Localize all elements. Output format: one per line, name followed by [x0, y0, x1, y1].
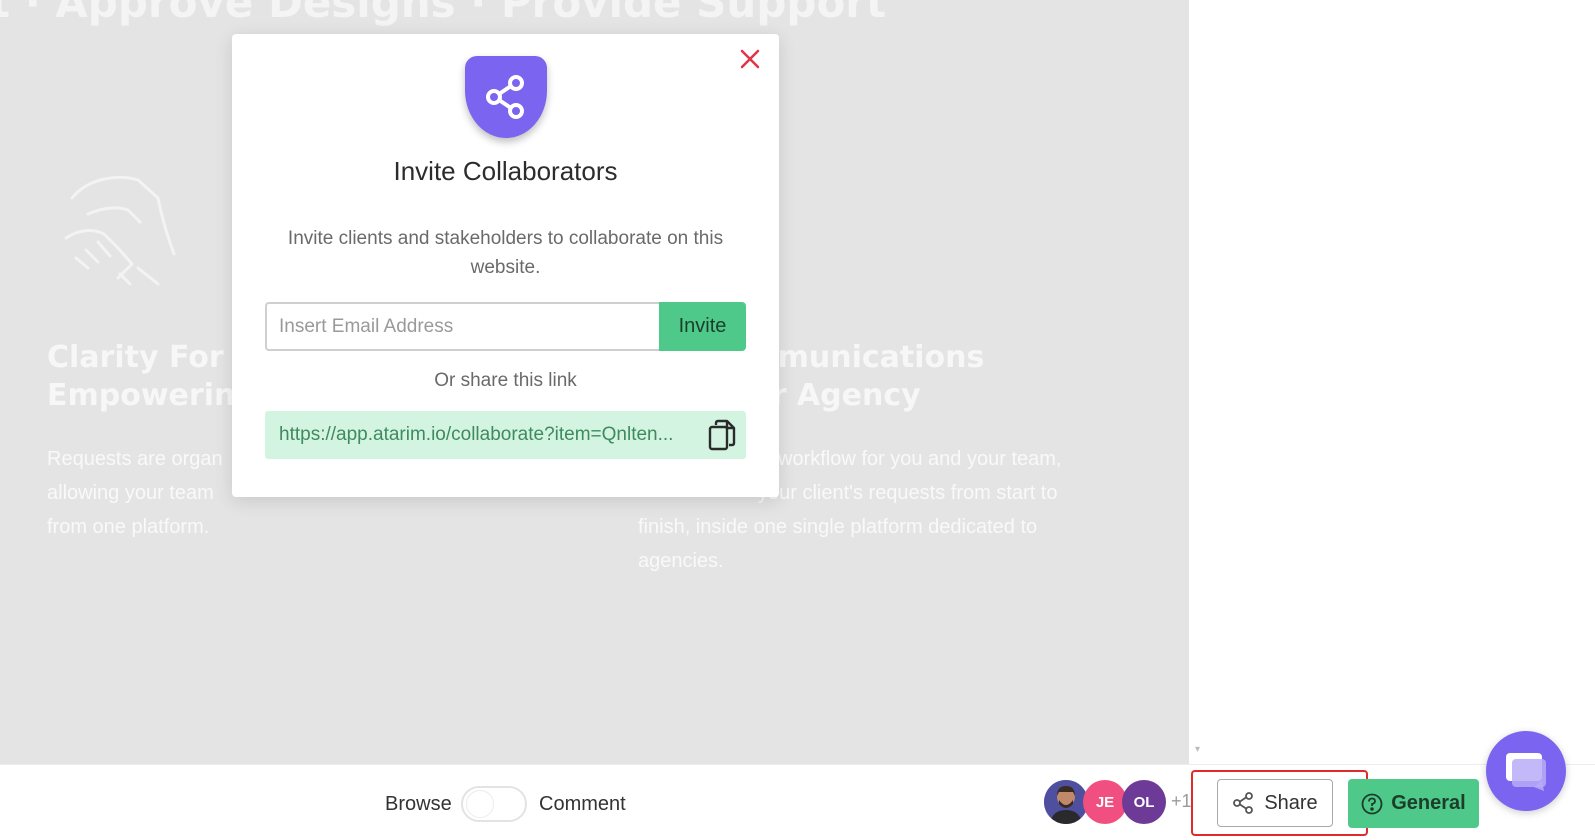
close-button[interactable]	[735, 44, 765, 74]
modal-title: Invite Collaborators	[393, 156, 618, 186]
comment-label: Comment	[539, 793, 626, 815]
general-label: General	[1391, 792, 1466, 814]
more-collaborators-count[interactable]: +1	[1171, 791, 1192, 812]
invite-collaborators-modal: Invite Collaborators Invite clients and …	[232, 34, 779, 497]
chat-button[interactable]	[1486, 731, 1566, 811]
feature-left-text: Requests are organ allowing your team fr…	[47, 448, 223, 538]
avatar-user-photo[interactable]	[1044, 780, 1088, 824]
invite-button[interactable]: Invite	[659, 302, 746, 351]
toggle-knob	[466, 790, 494, 818]
handshake-icon	[64, 176, 176, 286]
bottom-toolbar: Browse Comment JE OL +1 Share General	[0, 764, 1595, 840]
share-button[interactable]: Share	[1217, 779, 1333, 827]
avatar-ol[interactable]: OL	[1122, 780, 1166, 824]
email-input[interactable]	[265, 302, 659, 351]
hero-title: t · Approve Designs · Provide Support	[0, 0, 887, 27]
avatar-je[interactable]: JE	[1083, 780, 1127, 824]
share-link-text[interactable]: https://app.atarim.io/collaborate?item=Q…	[279, 424, 697, 446]
modal-description: Invite clients and stakeholders to colla…	[287, 228, 724, 278]
help-circle-icon	[1361, 793, 1383, 814]
chat-bubble-icon	[1506, 753, 1546, 791]
share-icon	[465, 56, 547, 138]
share-icon	[1233, 792, 1254, 814]
user-photo-icon	[1044, 780, 1088, 824]
browse-label: Browse	[385, 793, 452, 815]
website-preview: t · Approve Designs · Provide Support Cl…	[0, 0, 1189, 764]
browse-comment-toggle[interactable]	[461, 786, 527, 822]
feature-left-title: Clarity For Empowerin	[47, 340, 236, 413]
invite-form: Invite	[265, 302, 746, 351]
or-share-label: Or share this link	[434, 370, 577, 391]
general-button[interactable]: General	[1348, 779, 1479, 828]
share-label: Share	[1264, 791, 1318, 814]
scroll-indicator: ▾	[1195, 744, 1201, 755]
close-icon	[740, 49, 760, 69]
copy-icon[interactable]	[707, 419, 737, 451]
share-link-box[interactable]: https://app.atarim.io/collaborate?item=Q…	[265, 411, 746, 459]
